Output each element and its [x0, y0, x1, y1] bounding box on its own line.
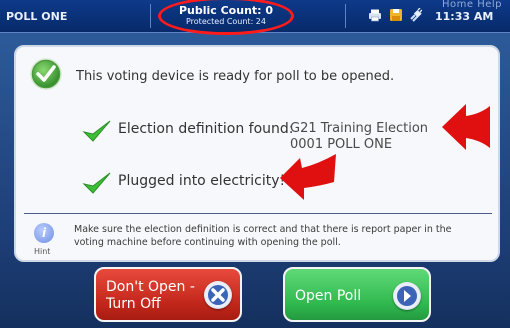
dont-open-label-line2: Turn Off — [106, 296, 161, 312]
device-screen: Home Help POLL ONE Public Count: 0 Prote… — [0, 0, 510, 328]
annotation-arrow — [280, 154, 336, 200]
power-plug-icon — [410, 8, 422, 22]
info-icon: i — [34, 223, 54, 243]
check-mark-icon — [82, 120, 111, 142]
open-poll-label: Open Poll — [295, 288, 362, 304]
top-status-bar: Home Help POLL ONE Public Count: 0 Prote… — [0, 0, 510, 35]
dont-open-label-line1: Don't Open - — [106, 279, 195, 295]
power-status-label: Plugged into electricity! — [118, 173, 286, 189]
election-name: G21 Training Election — [290, 121, 429, 136]
dont-open-turn-off-button[interactable]: Don't Open - Turn Off — [94, 267, 242, 322]
clock: 11:33 AM — [435, 10, 494, 23]
status-panel: This voting device is ready for poll to … — [14, 45, 500, 262]
annotation-arrow — [442, 104, 490, 150]
hint-label: Hint — [34, 247, 51, 256]
top-divider — [345, 4, 346, 28]
open-poll-button[interactable]: Open Poll — [283, 267, 431, 322]
ready-check-icon — [30, 58, 62, 90]
top-tabs[interactable]: Home Help — [362, 0, 502, 10]
save-disk-icon — [390, 9, 402, 21]
divider — [24, 213, 492, 214]
close-icon — [204, 281, 232, 309]
arrow-right-icon — [393, 282, 421, 310]
ready-message: This voting device is ready for poll to … — [76, 69, 395, 84]
top-divider — [150, 4, 151, 28]
election-poll: 0001 POLL ONE — [290, 137, 393, 152]
printer-icon — [369, 9, 381, 22]
hint-text: Make sure the election definition is cor… — [74, 224, 452, 248]
poll-name: POLL ONE — [6, 10, 68, 23]
check-mark-icon — [82, 172, 111, 194]
election-definition-label: Election definition found: — [118, 121, 294, 137]
